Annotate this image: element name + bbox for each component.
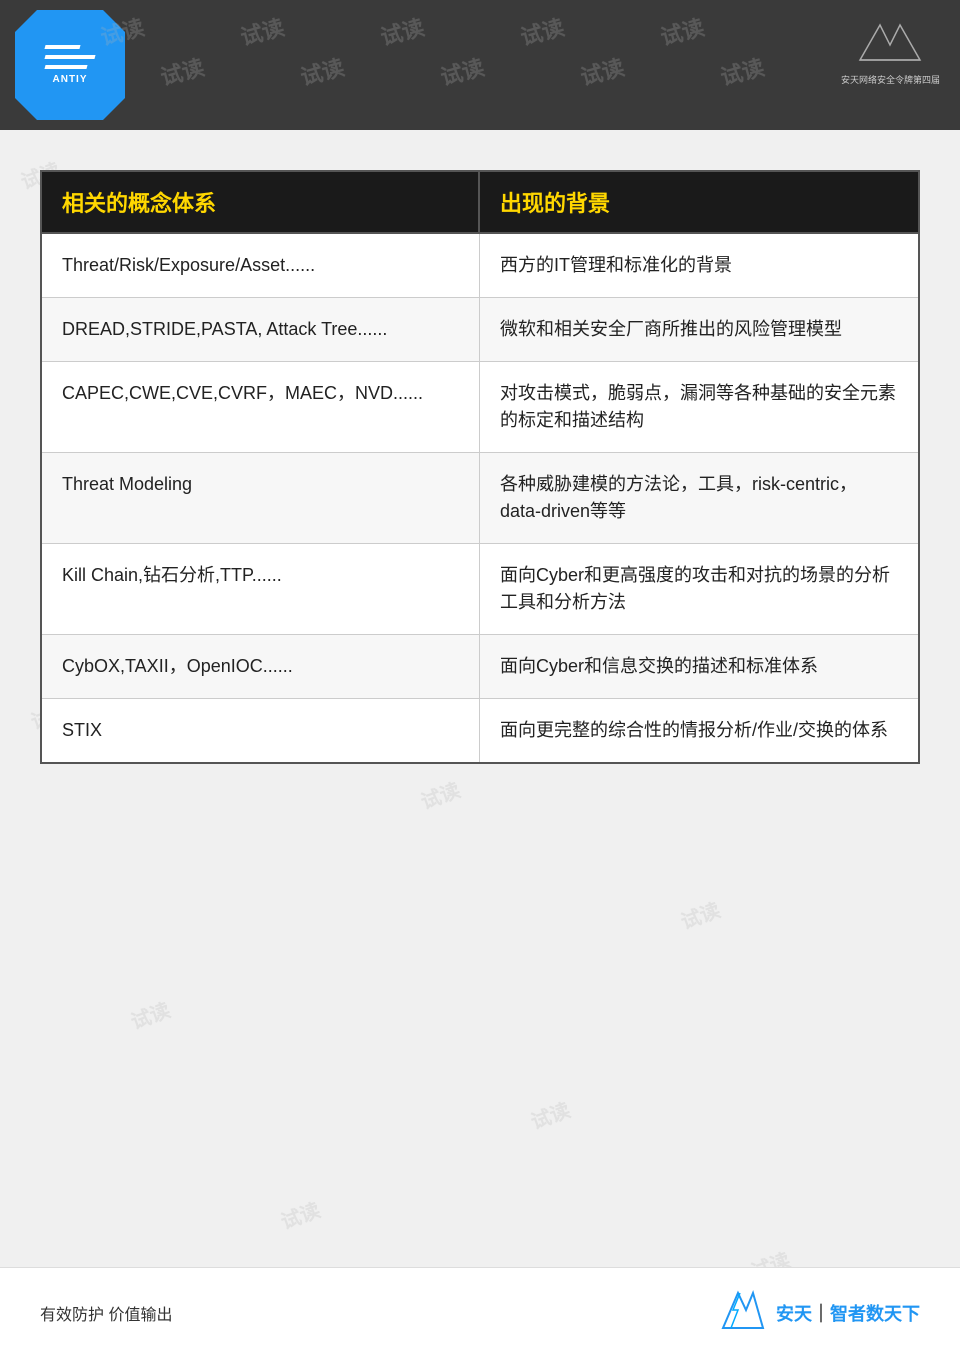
row2-col1: DREAD,STRIDE,PASTA, Attack Tree...... [42,298,480,361]
pwm-13: 试读 [526,1094,574,1135]
concept-table: 相关的概念体系 出现的背景 Threat/Risk/Exposure/Asset… [40,170,920,764]
table-row: CybOX,TAXII，OpenIOC...... 面向Cyber和信息交换的描… [42,635,918,699]
row3-col1: CAPEC,CWE,CVE,CVRF，MAEC，NVD...... [42,362,480,452]
row6-col1: CybOX,TAXII，OpenIOC...... [42,635,480,698]
right-logo-svg [850,15,940,70]
brand-suffix: 智者数天下 [830,1304,920,1324]
col1-header: 相关的概念体系 [42,172,480,234]
wm-h7: 试读 [297,50,348,92]
logo-graphic [45,45,95,69]
table-row: Threat Modeling 各种威胁建模的方法论，工具，risk-centr… [42,453,918,544]
wm-h2: 试读 [237,10,288,52]
row7-col2: 面向更完整的综合性的情报分析/作业/交换的体系 [480,699,918,762]
logo-text: ANTIY [53,74,88,85]
table-header: 相关的概念体系 出现的背景 [42,172,918,234]
row5-col1: Kill Chain,钻石分析,TTP...... [42,544,480,634]
logo-line-1 [44,45,80,49]
wm-h3: 试读 [377,10,428,52]
main-content: 相关的概念体系 出现的背景 Threat/Risk/Exposure/Asset… [0,130,960,784]
brand-name: 安天 [776,1304,812,1324]
row6-col2: 面向Cyber和信息交换的描述和标准体系 [480,635,918,698]
row1-col1: Threat/Risk/Exposure/Asset...... [42,234,480,297]
footer: 有效防护 价值输出 安天｜智者数天下 [0,1267,960,1357]
header-right-logo: 安天网络安全令牌第四届 [841,15,940,86]
table-row: Threat/Risk/Exposure/Asset...... 西方的IT管理… [42,234,918,298]
header: ANTIY 试读 试读 试读 试读 试读 试读 试读 试读 试读 试读 安天网络… [0,0,960,130]
wm-h6: 试读 [157,50,208,92]
row5-col2: 面向Cyber和更高强度的攻击和对抗的场景的分析工具和分析方法 [480,544,918,634]
wm-h10: 试读 [717,50,768,92]
row7-col1: STIX [42,699,480,762]
table-row: STIX 面向更完整的综合性的情报分析/作业/交换的体系 [42,699,918,762]
footer-brand: 安天｜智者数天下 [718,1288,920,1338]
wm-h8: 试读 [437,50,488,92]
wm-h9: 试读 [577,50,628,92]
footer-brand-text: 安天｜智者数天下 [776,1300,920,1326]
table-row: CAPEC,CWE,CVE,CVRF，MAEC，NVD...... 对攻击模式，… [42,362,918,453]
pwm-11: 试读 [676,894,724,935]
row3-col2: 对攻击模式，脆弱点，漏洞等各种基础的安全元素的标定和描述结构 [480,362,918,452]
row1-col2: 西方的IT管理和标准化的背景 [480,234,918,297]
row2-col2: 微软和相关安全厂商所推出的风险管理模型 [480,298,918,361]
row4-col1: Threat Modeling [42,453,480,543]
footer-logo-svg [718,1288,768,1338]
header-watermarks: 试读 试读 试读 试读 试读 试读 试读 试读 试读 试读 [0,0,960,130]
header-subtitle: 安天网络安全令牌第四届 [841,73,940,86]
logo-line-3 [44,65,87,69]
row4-col2: 各种威胁建模的方法论，工具，risk-centric，data-driven等等 [480,453,918,543]
table-row: DREAD,STRIDE,PASTA, Attack Tree...... 微软… [42,298,918,362]
pwm-14: 试读 [276,1194,324,1235]
wm-h4: 试读 [517,10,568,52]
pwm-12: 试读 [126,994,174,1035]
logo-line-2 [44,55,95,59]
col2-header: 出现的背景 [480,172,918,234]
antiy-logo: ANTIY [15,10,125,120]
table-row: Kill Chain,钻石分析,TTP...... 面向Cyber和更高强度的攻… [42,544,918,635]
footer-tagline: 有效防护 价值输出 [40,1301,172,1325]
wm-h5: 试读 [657,10,708,52]
